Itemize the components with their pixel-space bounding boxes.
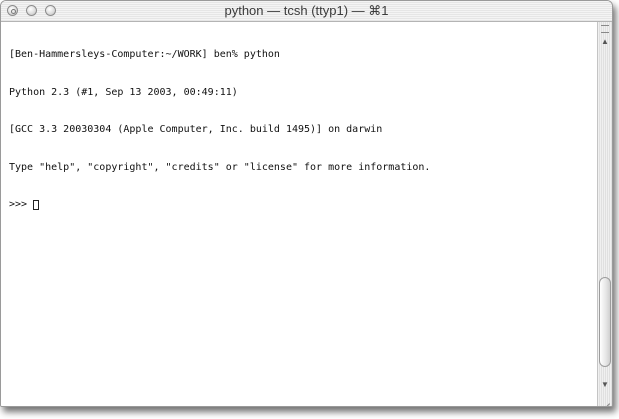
split-pane-icon[interactable] <box>601 25 609 33</box>
arrow-up-icon[interactable]: ▲ <box>598 35 612 49</box>
vertical-scrollbar[interactable]: ▲ ▼ <box>597 22 612 406</box>
window-title: python — tcsh (ttyp1) — ⌘1 <box>224 3 389 18</box>
resize-grip-icon[interactable] <box>598 392 612 406</box>
terminal-line: Python 2.3 (#1, Sep 13 2003, 00:49:11) <box>9 86 238 98</box>
scroll-thumb[interactable] <box>599 277 611 367</box>
text-cursor <box>33 200 40 211</box>
terminal-line: Type "help", "copyright", "credits" or "… <box>9 161 431 173</box>
prompt-line[interactable]: >>> <box>9 199 596 212</box>
terminal-line: [GCC 3.3 20030304 (Apple Computer, Inc. … <box>9 124 383 135</box>
terminal-output[interactable]: [Ben-Hammersleys-Computer:~/WORK] ben% p… <box>1 22 596 406</box>
title-bar[interactable]: python — tcsh (ttyp1) — ⌘1 <box>1 1 612 22</box>
python-prompt: >>> <box>9 199 28 210</box>
arrow-down-icon[interactable]: ▼ <box>598 378 612 392</box>
terminal-window: python — tcsh (ttyp1) — ⌘1 [Ben-Hammersl… <box>0 0 613 407</box>
terminal-line: [Ben-Hammersleys-Computer:~/WORK] ben% p… <box>9 49 280 60</box>
